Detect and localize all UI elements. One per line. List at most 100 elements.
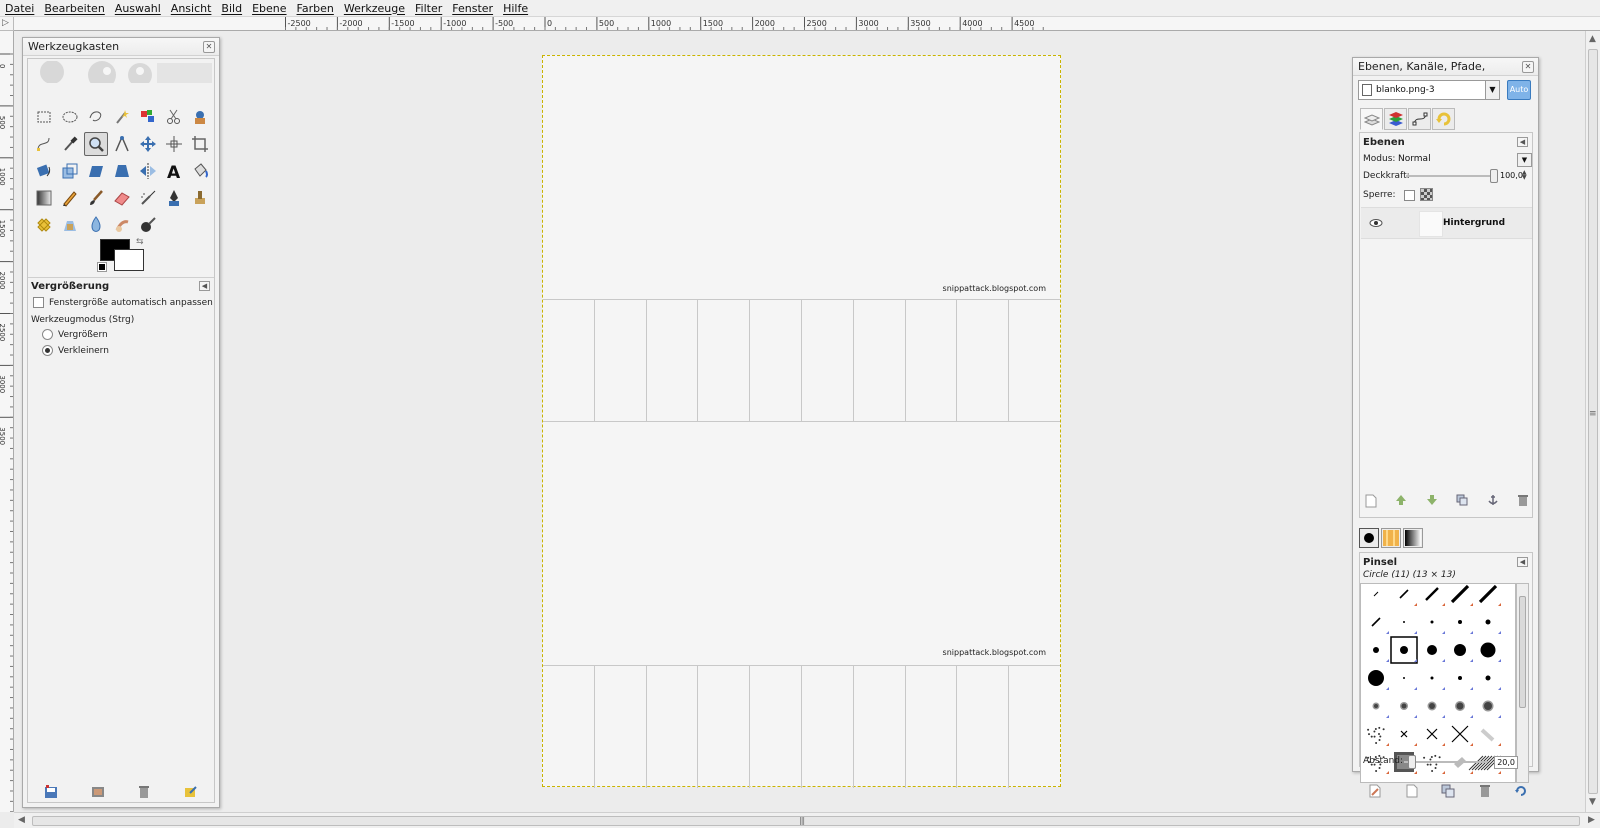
opacity-value[interactable]: 100,0 <box>1500 171 1523 180</box>
mode-select[interactable]: Normal <box>1398 154 1431 164</box>
anchor-layer-icon[interactable] <box>1486 494 1500 508</box>
brush-preset-icon[interactable] <box>1450 584 1473 606</box>
duplicate-layer-icon[interactable] <box>1455 494 1469 508</box>
toolbox-titlebar[interactable]: Werkzeugkasten ✕ <box>23 38 219 56</box>
chevron-down-icon[interactable]: ▼ <box>1517 153 1532 167</box>
clone-icon[interactable] <box>188 186 212 210</box>
zoom-out-radio[interactable] <box>42 345 53 356</box>
scroll-left-icon[interactable]: ◀ <box>18 815 25 825</box>
brush-preset-icon[interactable] <box>1427 701 1446 719</box>
restore-options-icon[interactable] <box>91 785 105 799</box>
raise-layer-icon[interactable] <box>1394 494 1408 508</box>
foreground-select-icon[interactable] <box>188 105 212 129</box>
brush-preset-icon[interactable] <box>1425 587 1445 606</box>
spacing-value[interactable]: 20,0 <box>1494 756 1518 769</box>
brush-preset-icon[interactable] <box>1430 620 1446 635</box>
brush-preset-icon[interactable] <box>1485 619 1502 635</box>
brush-preset-icon[interactable] <box>1458 676 1473 690</box>
tab-paths[interactable] <box>1408 108 1431 130</box>
brush-preset-icon[interactable] <box>1485 675 1502 691</box>
ink-icon[interactable] <box>162 186 186 210</box>
paths-icon[interactable] <box>32 132 56 156</box>
fuzzy-select-icon[interactable] <box>110 105 134 129</box>
brush-scrollbar[interactable] <box>1516 583 1529 783</box>
scale-icon[interactable] <box>58 159 82 183</box>
vertical-scroll-thumb[interactable] <box>1588 49 1598 794</box>
brush-preset-icon[interactable] <box>1480 642 1502 663</box>
brush-preset-icon[interactable] <box>1367 726 1389 746</box>
default-colors-icon[interactable] <box>97 262 107 272</box>
heal-icon[interactable] <box>32 213 56 237</box>
opacity-slider-handle[interactable] <box>1490 169 1498 183</box>
brush-preset-icon[interactable] <box>1372 702 1390 719</box>
brush-preset-icon[interactable] <box>1482 700 1502 719</box>
menu-ansicht[interactable]: Ansicht <box>166 0 217 17</box>
brush-preset-icon[interactable] <box>1400 730 1417 746</box>
layer-row[interactable]: Hintergrund <box>1361 207 1532 239</box>
auto-button[interactable]: Auto <box>1507 80 1531 100</box>
tab-undo-history[interactable] <box>1432 108 1455 130</box>
brush-preset-icon[interactable] <box>1454 644 1473 662</box>
menu-hilfe[interactable]: Hilfe <box>498 0 533 17</box>
collapse-icon[interactable]: ◀ <box>1517 557 1528 567</box>
brush-preset-icon[interactable] <box>1458 620 1473 634</box>
auto-resize-option[interactable]: Fenstergröße automatisch anpassen <box>33 297 213 308</box>
new-brush-icon[interactable] <box>1405 784 1419 798</box>
brush-preset-icon[interactable] <box>1373 591 1379 597</box>
brush-preset-icon[interactable] <box>1368 670 1389 690</box>
ellipse-select-icon[interactable] <box>58 105 82 129</box>
reset-options-icon[interactable] <box>184 785 198 799</box>
ruler-corner[interactable]: ▷ <box>0 17 14 31</box>
rotate-icon[interactable] <box>32 159 56 183</box>
spacing-slider-handle[interactable] <box>1408 755 1416 769</box>
horizontal-ruler[interactable]: -2500 -2000 -1500 -1000 -500 0 500 1000 1500 2000… <box>14 17 1600 31</box>
color-picker-icon[interactable] <box>58 132 82 156</box>
delete-brush-icon[interactable] <box>1478 784 1492 798</box>
text-icon[interactable]: A <box>162 159 186 183</box>
brush-preset-icon[interactable] <box>1455 701 1473 718</box>
tab-layers[interactable] <box>1360 108 1383 130</box>
airbrush-icon[interactable] <box>136 186 160 210</box>
brush-preset-icon[interactable] <box>1454 757 1473 774</box>
bucket-fill-icon[interactable] <box>188 159 212 183</box>
menu-ebene[interactable]: Ebene <box>247 0 291 17</box>
rect-select-icon[interactable] <box>32 105 56 129</box>
opacity-slider[interactable] <box>1406 175 1496 177</box>
shear-icon[interactable] <box>84 159 108 183</box>
collapse-icon[interactable]: ◀ <box>199 281 210 291</box>
menu-auswahl[interactable]: Auswahl <box>110 0 166 17</box>
perspective-clone-icon[interactable] <box>58 213 82 237</box>
dodge-burn-icon[interactable] <box>136 213 160 237</box>
brush-preset-icon[interactable] <box>1403 677 1417 690</box>
brush-preset-icon[interactable] <box>1373 647 1389 662</box>
horizontal-scroll-thumb[interactable] <box>32 816 1580 826</box>
vertical-scrollbar[interactable]: ▲ ≡ ▼ <box>1585 31 1600 812</box>
zoom-out-option[interactable]: Verkleinern <box>42 345 109 356</box>
refresh-brushes-icon[interactable] <box>1514 784 1528 798</box>
brush-grid[interactable] <box>1360 583 1516 783</box>
eye-icon[interactable] <box>1369 218 1383 228</box>
menu-filter[interactable]: Filter <box>410 0 447 17</box>
measure-icon[interactable] <box>110 132 134 156</box>
edit-brush-icon[interactable] <box>1368 784 1382 798</box>
pencil-icon[interactable] <box>58 186 82 210</box>
menu-datei[interactable]: Datei <box>0 0 39 17</box>
brush-preset-icon[interactable] <box>1451 725 1473 746</box>
move-icon[interactable] <box>136 132 160 156</box>
brush-preset-icon[interactable] <box>1430 676 1446 691</box>
auto-resize-checkbox[interactable] <box>33 297 44 308</box>
crop-icon[interactable] <box>188 132 212 156</box>
brush-preset-icon[interactable] <box>1400 702 1417 718</box>
menu-bearbeiten[interactable]: Bearbeiten <box>39 0 109 17</box>
tab-gradients[interactable] <box>1403 528 1423 548</box>
blend-icon[interactable] <box>32 186 56 210</box>
duplicate-brush-icon[interactable] <box>1441 784 1455 798</box>
brush-preset-icon[interactable] <box>1399 589 1417 606</box>
horizontal-scrollbar[interactable]: ◀ ||| ▶ <box>14 812 1600 828</box>
flip-icon[interactable] <box>136 159 160 183</box>
canvas-image[interactable]: snippattack.blogspot.com snippattack.blo… <box>542 55 1061 788</box>
zoom-in-option[interactable]: Vergrößern <box>42 329 108 340</box>
save-options-icon[interactable] <box>44 785 58 799</box>
tab-patterns[interactable] <box>1381 528 1401 548</box>
spacing-slider[interactable] <box>1404 761 1488 763</box>
